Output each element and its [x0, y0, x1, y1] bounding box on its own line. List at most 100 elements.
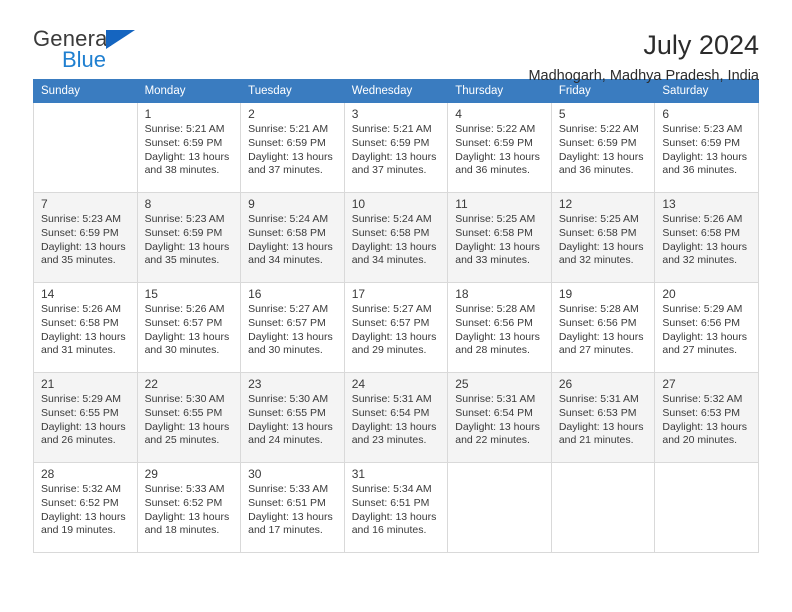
day-details: Sunrise: 5:31 AM Sunset: 6:53 PM Daylight:… [552, 392, 655, 447]
daylight-text-line2: and 34 minutes. [248, 254, 323, 267]
day-number: 29 [144, 467, 158, 481]
day-number: 3 [351, 107, 359, 121]
day-number: 23 [248, 377, 262, 391]
sunrise-text: Sunrise: 5:30 AM [248, 393, 329, 406]
day-number: 11 [455, 197, 468, 211]
daylight-text-line1: Daylight: 13 hours [558, 150, 644, 163]
day-number: 26 [558, 377, 573, 391]
weekday-header-monday: Monday [136, 79, 242, 103]
sunset-text: Sunset: 6:59 PM [455, 136, 533, 149]
day-number: 27 [662, 377, 676, 391]
sunrise-text: Sunrise: 5:25 AM [558, 213, 639, 226]
day-number: 13 [662, 197, 676, 211]
sunset-text: Sunset: 6:59 PM [248, 136, 326, 149]
sunrise-text: Sunrise: 5:28 AM [558, 303, 639, 316]
day-number: 24 [351, 377, 366, 391]
calendar-day-cell[interactable]: 9 Sunrise: 5:24 AM Sunset: 6:58 PM Daylight… [240, 192, 345, 283]
day-details: Sunrise: 5:21 AM Sunset: 6:59 PM Daylight:… [241, 122, 344, 177]
calendar-day-cell[interactable]: 4 Sunrise: 5:22 AM Sunset: 6:59 PM Daylight… [447, 102, 552, 193]
daylight-text-line2: and 16 minutes. [351, 524, 427, 537]
calendar-day-cell[interactable]: 1 Sunrise: 5:21 AM Sunset: 6:59 PM Daylight… [136, 102, 242, 193]
calendar-day-cell[interactable]: 15 Sunrise: 5:26 AM Sunset: 6:57 PM Dayligh… [136, 282, 242, 373]
daylight-text-line1: Daylight: 13 hours [662, 240, 748, 253]
calendar-day-cell[interactable]: 20 Sunrise: 5:29 AM Sunset: 6:56 PM Dayligh… [654, 282, 759, 373]
calendar-day-cell[interactable]: 16 Sunrise: 5:27 AM Sunset: 6:57 PM Dayligh… [240, 282, 345, 373]
sunset-text: Sunset: 6:58 PM [41, 316, 119, 329]
day-number: 15 [144, 287, 158, 301]
day-number: 10 [351, 197, 366, 211]
daylight-text-line1: Daylight: 13 hours [351, 510, 437, 523]
daylight-text-line1: Daylight: 13 hours [41, 240, 126, 253]
daylight-text-line1: Daylight: 13 hours [455, 150, 540, 163]
sunrise-text: Sunrise: 5:31 AM [558, 393, 639, 406]
daylight-text-line1: Daylight: 13 hours [248, 420, 333, 433]
calendar-day-cell[interactable]: 22 Sunrise: 5:30 AM Sunset: 6:55 PM Dayligh… [136, 372, 242, 463]
day-details: Sunrise: 5:30 AM Sunset: 6:55 PM Daylight:… [138, 392, 241, 447]
daylight-text-line1: Daylight: 13 hours [144, 420, 230, 433]
calendar-day-cell[interactable]: 12 Sunrise: 5:25 AM Sunset: 6:58 PM Dayligh… [550, 192, 656, 283]
calendar-day-cell[interactable]: 28 Sunrise: 5:32 AM Sunset: 6:52 PM Dayligh… [33, 462, 138, 553]
sunset-text: Sunset: 6:55 PM [248, 406, 326, 419]
daylight-text-line2: and 37 minutes. [248, 164, 323, 177]
calendar-week-row: 1 Sunrise: 5:21 AM Sunset: 6:59 PM Daylight… [33, 102, 759, 193]
brand-logo[interactable]: General Blue [33, 28, 153, 78]
calendar-day-cell-empty [33, 102, 138, 193]
daylight-text-line2: and 19 minutes. [41, 524, 116, 537]
calendar-day-cell[interactable]: 30 Sunrise: 5:33 AM Sunset: 6:51 PM Dayligh… [240, 462, 345, 553]
calendar-day-cell[interactable]: 27 Sunrise: 5:32 AM Sunset: 6:53 PM Dayligh… [654, 372, 759, 463]
weekday-header-wednesday: Wednesday [343, 79, 449, 103]
day-number: 30 [248, 467, 262, 481]
calendar-day-cell[interactable]: 18 Sunrise: 5:28 AM Sunset: 6:56 PM Dayligh… [447, 282, 552, 373]
calendar-day-cell[interactable]: 17 Sunrise: 5:27 AM Sunset: 6:57 PM Dayligh… [343, 282, 449, 373]
calendar-day-cell[interactable]: 7 Sunrise: 5:23 AM Sunset: 6:59 PM Daylight… [33, 192, 138, 283]
calendar-day-cell[interactable]: 6 Sunrise: 5:23 AM Sunset: 6:59 PM Daylight… [654, 102, 759, 193]
daylight-text-line2: and 36 minutes. [558, 164, 634, 177]
sunrise-text: Sunrise: 5:21 AM [144, 123, 225, 136]
calendar-page: General Blue July 2024 Madhogarh, Madhya… [0, 0, 792, 612]
calendar-day-cell[interactable]: 31 Sunrise: 5:34 AM Sunset: 6:51 PM Dayligh… [343, 462, 449, 553]
daylight-text-line2: and 30 minutes. [248, 344, 323, 357]
day-number: 22 [144, 377, 158, 391]
daylight-text-line1: Daylight: 13 hours [248, 150, 333, 163]
calendar-day-cell[interactable]: 24 Sunrise: 5:31 AM Sunset: 6:54 PM Dayligh… [343, 372, 449, 463]
day-details: Sunrise: 5:30 AM Sunset: 6:55 PM Daylight:… [241, 392, 344, 447]
daylight-text-line1: Daylight: 13 hours [455, 420, 540, 433]
sunrise-text: Sunrise: 5:32 AM [41, 483, 121, 496]
calendar-day-cell[interactable]: 11 Sunrise: 5:25 AM Sunset: 6:58 PM Dayligh… [447, 192, 552, 283]
daylight-text-line2: and 32 minutes. [662, 254, 738, 267]
calendar-day-cell[interactable]: 19 Sunrise: 5:28 AM Sunset: 6:56 PM Dayligh… [550, 282, 656, 373]
daylight-text-line2: and 33 minutes. [455, 254, 530, 267]
calendar-day-cell[interactable]: 25 Sunrise: 5:31 AM Sunset: 6:54 PM Dayligh… [447, 372, 552, 463]
day-details: Sunrise: 5:21 AM Sunset: 6:59 PM Daylight:… [345, 122, 448, 177]
sunrise-text: Sunrise: 5:31 AM [351, 393, 432, 406]
sunset-text: Sunset: 6:56 PM [662, 316, 741, 329]
calendar-day-cell[interactable]: 23 Sunrise: 5:30 AM Sunset: 6:55 PM Dayligh… [240, 372, 345, 463]
calendar-day-cell-empty [550, 462, 656, 553]
sunset-text: Sunset: 6:57 PM [248, 316, 326, 329]
day-details: Sunrise: 5:28 AM Sunset: 6:56 PM Daylight:… [448, 302, 551, 357]
day-details: Sunrise: 5:24 AM Sunset: 6:58 PM Daylight:… [345, 212, 448, 267]
calendar-day-cell[interactable]: 5 Sunrise: 5:22 AM Sunset: 6:59 PM Daylight… [550, 102, 656, 193]
calendar-day-cell[interactable]: 26 Sunrise: 5:31 AM Sunset: 6:53 PM Dayligh… [550, 372, 656, 463]
sunset-text: Sunset: 6:58 PM [455, 226, 533, 239]
calendar-day-cell[interactable]: 21 Sunrise: 5:29 AM Sunset: 6:55 PM Dayligh… [33, 372, 138, 463]
daylight-text-line1: Daylight: 13 hours [144, 330, 230, 343]
day-number: 6 [662, 107, 670, 121]
daylight-text-line1: Daylight: 13 hours [558, 420, 644, 433]
calendar-week-row: 28 Sunrise: 5:32 AM Sunset: 6:52 PM Dayligh… [33, 462, 759, 553]
sunrise-text: Sunrise: 5:21 AM [351, 123, 432, 136]
daylight-text-line2: and 34 minutes. [351, 254, 427, 267]
sunrise-text: Sunrise: 5:26 AM [144, 303, 225, 316]
calendar-day-cell[interactable]: 14 Sunrise: 5:26 AM Sunset: 6:58 PM Dayligh… [33, 282, 138, 373]
daylight-text-line2: and 29 minutes. [351, 344, 427, 357]
sunset-text: Sunset: 6:52 PM [144, 496, 223, 509]
daylight-text-line2: and 21 minutes. [558, 434, 634, 447]
calendar-day-cell[interactable]: 13 Sunrise: 5:26 AM Sunset: 6:58 PM Dayligh… [654, 192, 759, 283]
calendar-day-cell[interactable]: 8 Sunrise: 5:23 AM Sunset: 6:59 PM Daylight… [136, 192, 242, 283]
calendar-day-cell[interactable]: 29 Sunrise: 5:33 AM Sunset: 6:52 PM Dayligh… [136, 462, 242, 553]
sunset-text: Sunset: 6:56 PM [558, 316, 637, 329]
sunrise-text: Sunrise: 5:27 AM [248, 303, 329, 316]
calendar-day-cell[interactable]: 10 Sunrise: 5:24 AM Sunset: 6:58 PM Dayligh… [343, 192, 449, 283]
calendar-day-cell[interactable]: 2 Sunrise: 5:21 AM Sunset: 6:59 PM Daylight… [240, 102, 345, 193]
calendar-day-cell[interactable]: 3 Sunrise: 5:21 AM Sunset: 6:59 PM Daylight… [343, 102, 449, 193]
